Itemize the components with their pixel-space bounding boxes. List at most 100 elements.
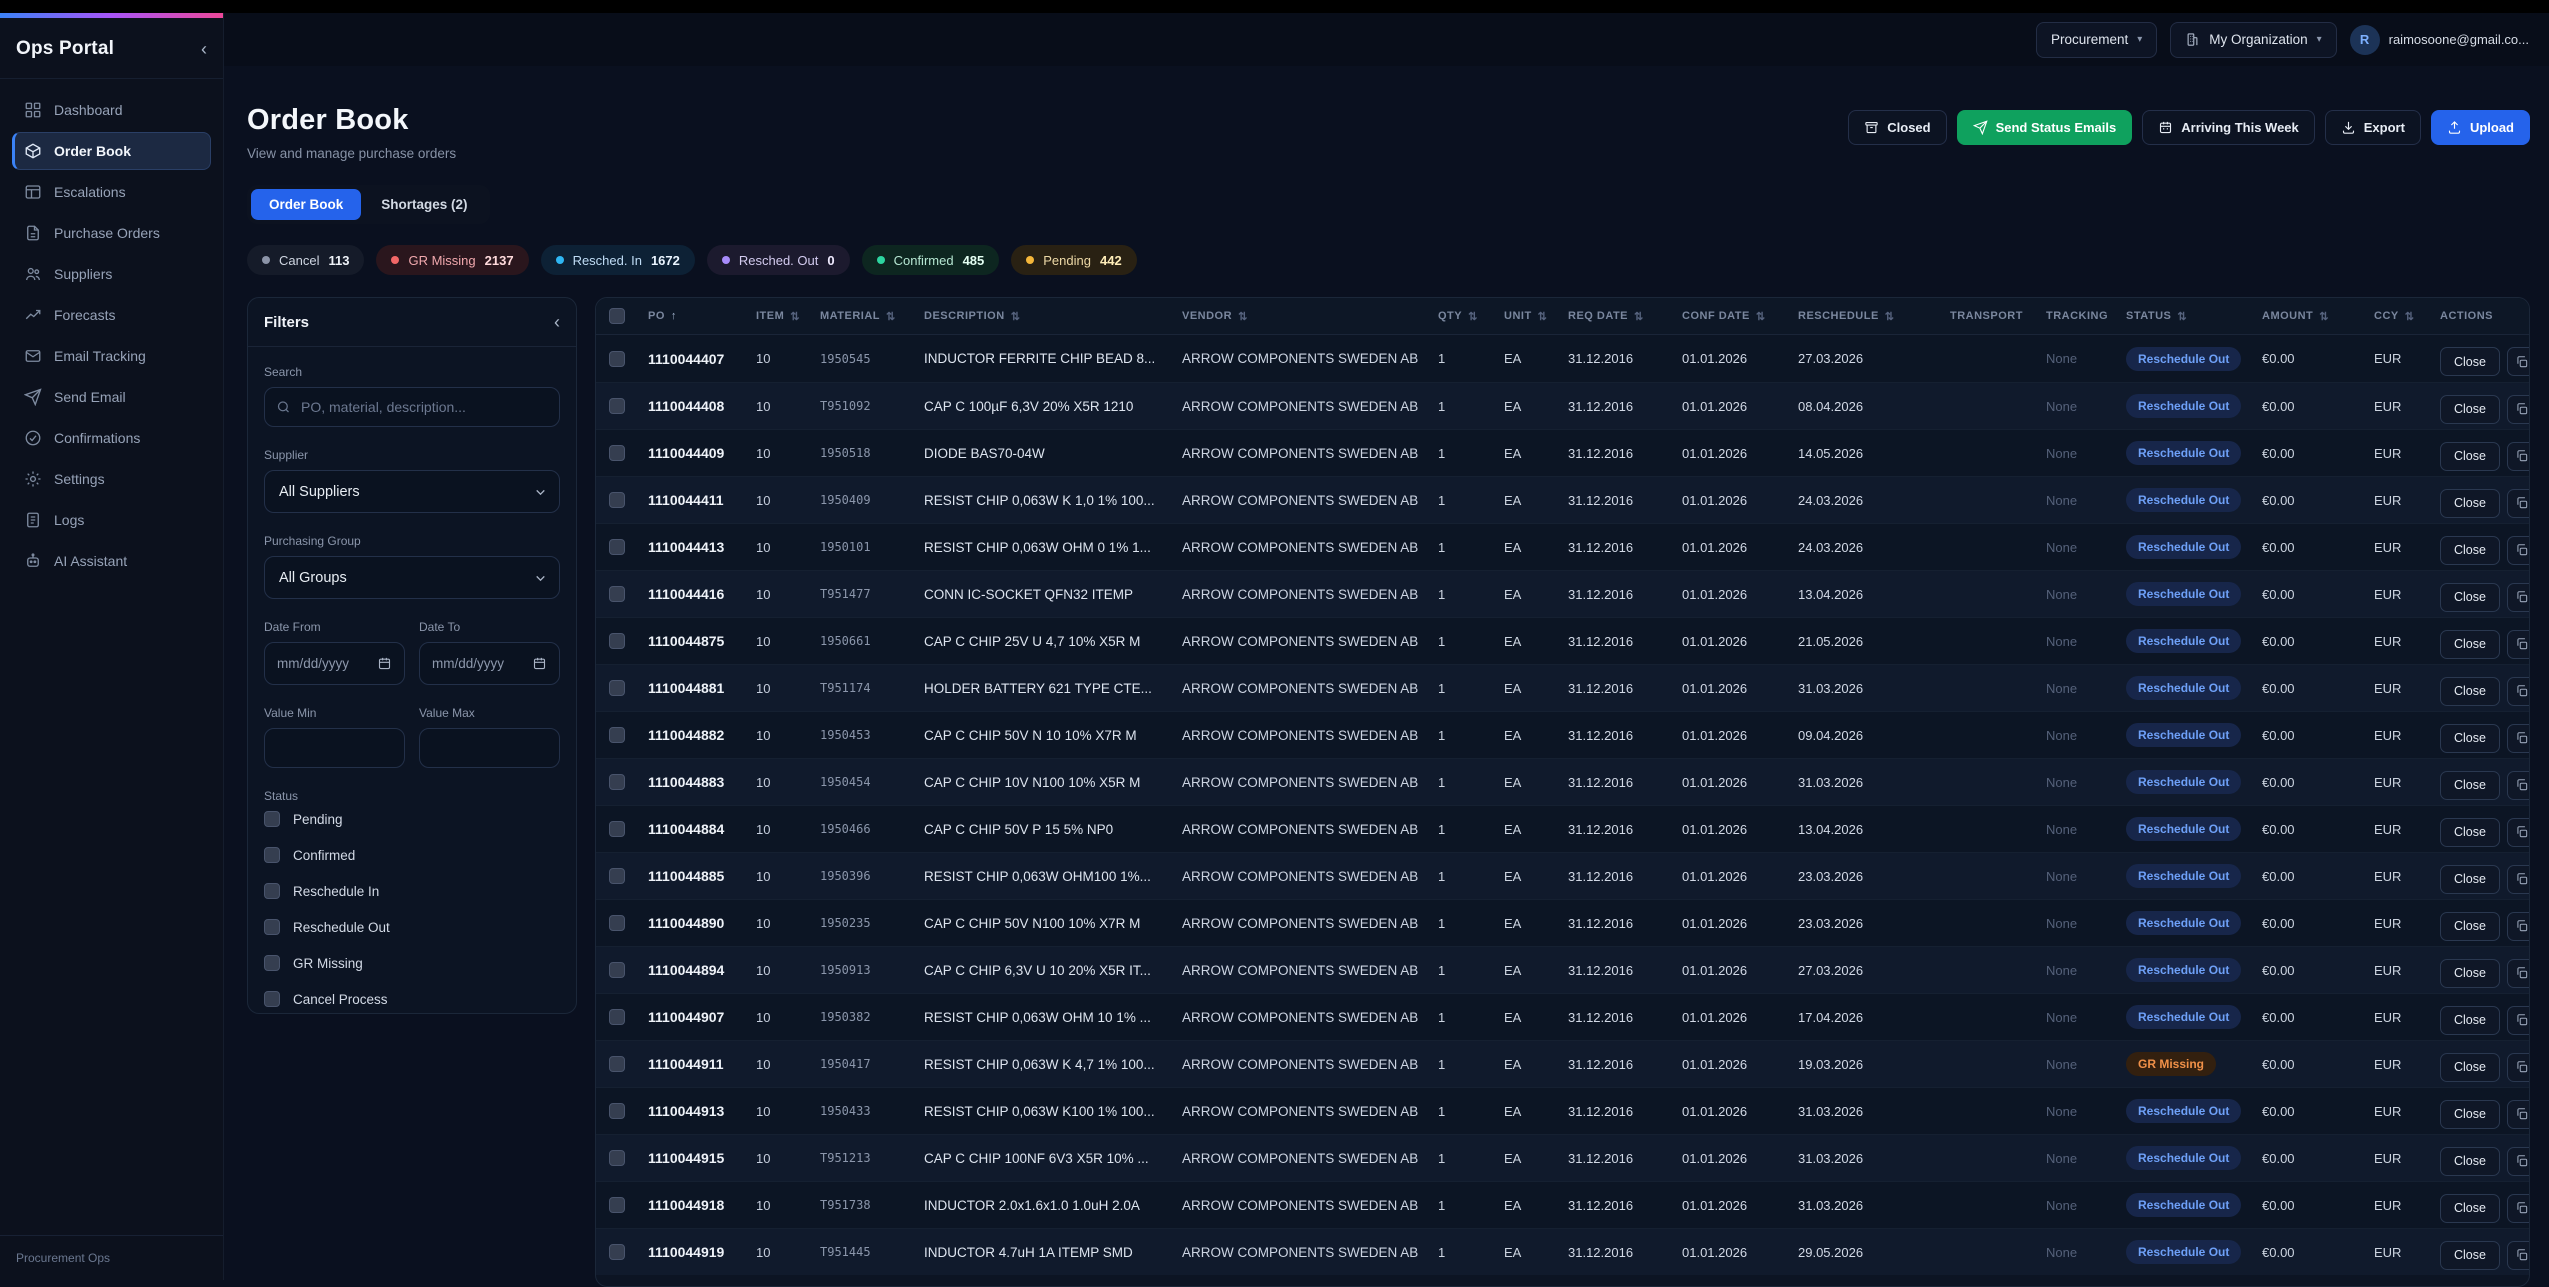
copy-button[interactable] [2507,347,2530,376]
sidebar-item-send-email[interactable]: Send Email [12,378,211,416]
sidebar-item-escalations[interactable]: Escalations [12,173,211,211]
copy-button[interactable] [2507,818,2530,847]
close-button[interactable]: Close [2440,912,2500,941]
copy-button[interactable] [2507,677,2530,706]
row-checkbox[interactable] [609,821,625,837]
copy-button[interactable] [2507,630,2530,659]
close-button[interactable]: Close [2440,536,2500,565]
column-header-po[interactable]: PO↑ [636,310,744,322]
row-checkbox[interactable] [609,351,625,367]
row-checkbox[interactable] [609,680,625,696]
close-button[interactable]: Close [2440,818,2500,847]
summary-chip-pending[interactable]: Pending 442 [1011,245,1136,275]
sidebar-item-ai-assistant[interactable]: AI Assistant [12,542,211,580]
tab-shortages-2[interactable]: Shortages (2) [363,189,485,220]
copy-button[interactable] [2507,1147,2530,1176]
organization-dropdown[interactable]: My Organization ▾ [2170,22,2336,58]
sidebar-item-forecasts[interactable]: Forecasts [12,296,211,334]
close-button[interactable]: Close [2440,395,2500,424]
close-button[interactable]: Close [2440,1100,2500,1129]
row-checkbox[interactable] [609,398,625,414]
row-checkbox[interactable] [609,727,625,743]
checkbox[interactable] [264,883,280,899]
row-checkbox[interactable] [609,774,625,790]
row-checkbox[interactable] [609,633,625,649]
column-header-amount[interactable]: AMOUNT⇅ [2250,310,2362,323]
checkbox[interactable] [264,847,280,863]
summary-chip-resched-out[interactable]: Resched. Out 0 [707,245,850,275]
sidebar-item-order-book[interactable]: Order Book [12,132,211,170]
summary-chip-resched-in[interactable]: Resched. In 1672 [541,245,695,275]
copy-button[interactable] [2507,1006,2530,1035]
close-button[interactable]: Close [2440,583,2500,612]
column-header-vendor[interactable]: VENDOR⇅ [1170,310,1426,323]
tab-order-book[interactable]: Order Book [251,189,361,220]
summary-chip-confirmed[interactable]: Confirmed 485 [862,245,1000,275]
copy-button[interactable] [2507,583,2530,612]
column-header-conf_date[interactable]: CONF DATE⇅ [1670,310,1786,323]
sidebar-item-settings[interactable]: Settings [12,460,211,498]
sidebar-item-dashboard[interactable]: Dashboard [12,91,211,129]
date-from-input[interactable]: mm/dd/yyyy [264,642,405,685]
close-button[interactable]: Close [2440,347,2500,376]
copy-button[interactable] [2507,1241,2530,1270]
close-button[interactable]: Close [2440,724,2500,753]
column-header-item[interactable]: ITEM⇅ [744,310,808,323]
purchasing-group-select[interactable]: All Groups [264,556,560,599]
close-button[interactable]: Close [2440,865,2500,894]
close-button[interactable]: Close [2440,1241,2500,1270]
copy-button[interactable] [2507,395,2530,424]
close-button[interactable]: Close [2440,677,2500,706]
column-header-req_date[interactable]: REQ DATE⇅ [1556,310,1670,323]
row-checkbox[interactable] [609,1150,625,1166]
row-checkbox[interactable] [609,1009,625,1025]
copy-button[interactable] [2507,536,2530,565]
row-checkbox[interactable] [609,492,625,508]
copy-button[interactable] [2507,1053,2530,1082]
search-input[interactable] [264,387,560,427]
close-button[interactable]: Close [2440,959,2500,988]
close-button[interactable]: Close [2440,442,2500,471]
row-checkbox[interactable] [609,1103,625,1119]
status-checkbox-gr-missing[interactable]: GR Missing [264,955,560,971]
status-checkbox-reschedule-out[interactable]: Reschedule Out [264,919,560,935]
workspace-dropdown[interactable]: Procurement ▾ [2036,22,2157,58]
supplier-select[interactable]: All Suppliers [264,470,560,513]
column-header-reschedule[interactable]: RESCHEDULE⇅ [1786,310,1938,323]
sidebar-item-purchase-orders[interactable]: Purchase Orders [12,214,211,252]
copy-button[interactable] [2507,771,2530,800]
copy-button[interactable] [2507,724,2530,753]
sidebar-item-suppliers[interactable]: Suppliers [12,255,211,293]
sidebar-item-email-tracking[interactable]: Email Tracking [12,337,211,375]
column-header-material[interactable]: MATERIAL⇅ [808,310,912,323]
copy-button[interactable] [2507,1194,2530,1223]
close-button[interactable]: Close [2440,489,2500,518]
close-button[interactable]: Close [2440,1006,2500,1035]
close-button[interactable]: Close [2440,1147,2500,1176]
summary-chip-cancel[interactable]: Cancel 113 [247,245,364,275]
summary-chip-gr-missing[interactable]: GR Missing 2137 [376,245,528,275]
copy-button[interactable] [2507,442,2530,471]
sidebar-collapse-icon[interactable]: ‹ [201,40,207,58]
copy-button[interactable] [2507,489,2530,518]
checkbox[interactable] [264,991,280,1007]
copy-button[interactable] [2507,865,2530,894]
checkbox[interactable] [264,919,280,935]
status-checkbox-reschedule-in[interactable]: Reschedule In [264,883,560,899]
send-status-emails-button[interactable]: Send Status Emails [1957,110,2133,145]
row-checkbox[interactable] [609,962,625,978]
copy-button[interactable] [2507,1100,2530,1129]
row-checkbox[interactable] [609,868,625,884]
column-header-unit[interactable]: UNIT⇅ [1492,310,1556,323]
user-menu[interactable]: R raimosoone@gmail.co... [2350,25,2529,55]
upload-button[interactable]: Upload [2431,110,2530,145]
close-button[interactable]: Close [2440,1194,2500,1223]
copy-button[interactable] [2507,912,2530,941]
sidebar-item-logs[interactable]: Logs [12,501,211,539]
row-checkbox[interactable] [609,539,625,555]
row-checkbox[interactable] [609,1056,625,1072]
column-header-qty[interactable]: QTY⇅ [1426,310,1492,323]
status-checkbox-pending[interactable]: Pending [264,811,560,827]
row-checkbox[interactable] [609,915,625,931]
export-button[interactable]: Export [2325,110,2421,145]
